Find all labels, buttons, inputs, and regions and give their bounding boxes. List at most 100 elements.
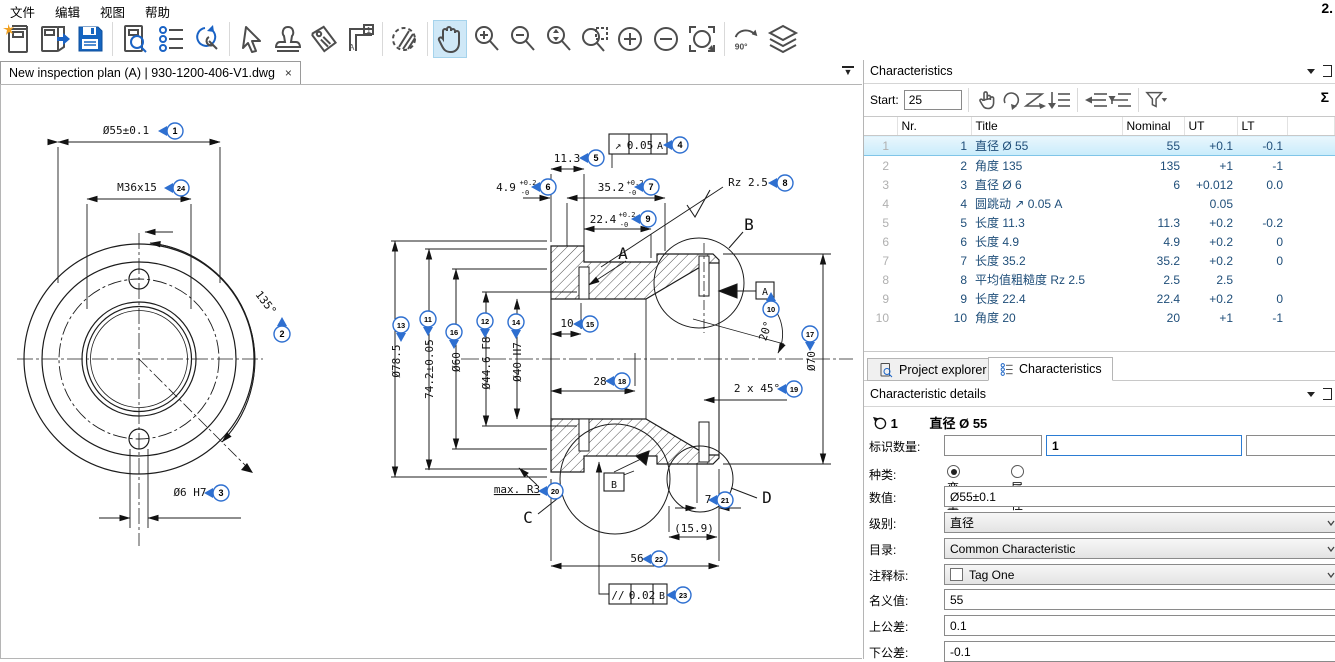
column-header[interactable]: Title	[971, 117, 1122, 136]
zoom-selection-button[interactable]	[541, 20, 575, 58]
value-input[interactable]	[944, 486, 1335, 507]
characteristic-row[interactable]: 22角度 135135+1-1	[864, 156, 1335, 176]
insert-after-icon[interactable]	[1108, 88, 1132, 112]
characteristic-row[interactable]: 77长度 35.235.2+0.20	[864, 251, 1335, 270]
balloon-23[interactable]: 23	[666, 587, 691, 603]
column-header[interactable]: Nr.	[897, 117, 971, 136]
balloon-8[interactable]: 8	[768, 175, 793, 191]
balloon-3[interactable]: 3	[204, 485, 229, 501]
balloon-11[interactable]: 11	[420, 311, 436, 336]
decrease-button[interactable]	[649, 20, 683, 58]
label-tags: 注释标:	[869, 567, 941, 584]
tab-list-collapse-icon[interactable]: ▼	[842, 66, 854, 76]
balloon-1[interactable]: 1	[158, 123, 183, 139]
tag-button[interactable]	[307, 20, 341, 58]
svg-text:8: 8	[782, 178, 787, 188]
tab-close-icon[interactable]: ×	[285, 66, 292, 80]
zoom-out-button[interactable]	[505, 20, 539, 58]
tag-checkbox[interactable]	[950, 568, 963, 581]
details-pin-icon[interactable]	[1323, 388, 1332, 400]
characteristic-row[interactable]: 1010角度 2020+1-1	[864, 308, 1335, 327]
characteristics-toolbar: Start: Σ	[864, 84, 1335, 116]
count-input-3[interactable]	[1246, 435, 1335, 456]
new-document-button[interactable]	[1, 20, 35, 58]
characteristic-row[interactable]: 44圆跳动 ↗ 0.05 A0.05	[864, 194, 1335, 213]
characteristic-row[interactable]: 11直径 Ø 5555+0.1-0.1	[864, 136, 1335, 156]
balloon-20[interactable]: 20	[538, 483, 563, 499]
rotate-90-label: 90°	[735, 41, 748, 51]
characteristic-row[interactable]: 88平均值粗糙度 Rz 2.52.52.5	[864, 270, 1335, 289]
characteristic-row[interactable]: 66长度 4.94.9+0.20	[864, 232, 1335, 251]
svg-text:9: 9	[645, 214, 650, 224]
label-level: 级别:	[869, 515, 941, 532]
count-input-1[interactable]	[944, 435, 1042, 456]
balloon-2[interactable]: 2	[274, 317, 290, 342]
sigma-sum-label[interactable]: Σ	[1321, 89, 1329, 105]
filter-icon[interactable]	[1145, 88, 1169, 112]
dimension-label: max. R3	[494, 483, 540, 496]
pick-hand-icon[interactable]	[975, 88, 999, 112]
svg-text:7: 7	[648, 182, 653, 192]
balloon-18[interactable]: 18	[605, 373, 630, 389]
column-header[interactable]: LT	[1237, 117, 1287, 136]
zoom-window-button[interactable]	[577, 20, 611, 58]
tab-characteristics[interactable]: Characteristics	[988, 357, 1113, 381]
balloon-21[interactable]: 21	[708, 492, 733, 508]
characteristic-row[interactable]: 55长度 11.311.3+0.2-0.2	[864, 213, 1335, 232]
settings-wrench-button[interactable]	[190, 20, 224, 58]
renumber-icon[interactable]	[999, 88, 1023, 112]
balloon-16[interactable]: 16	[446, 324, 462, 349]
characteristic-row[interactable]: 33直径 Ø 66+0.0120.0	[864, 175, 1335, 194]
open-document-button[interactable]	[37, 20, 71, 58]
start-number-input[interactable]	[904, 90, 962, 110]
panel-menu-icon[interactable]	[1307, 69, 1315, 74]
dimension-label: 10	[560, 317, 573, 330]
zoom-in-button[interactable]	[469, 20, 503, 58]
document-tab[interactable]: New inspection plan (A) | 930-1200-406-V…	[0, 61, 301, 84]
document-tab-label: New inspection plan (A) | 930-1200-406-V…	[9, 66, 275, 80]
increase-button[interactable]	[613, 20, 647, 58]
nominal-input[interactable]	[944, 589, 1335, 610]
layers-button[interactable]	[766, 20, 800, 58]
stamp-button[interactable]	[271, 20, 305, 58]
rotate-90-button[interactable]: 90°	[730, 20, 764, 58]
upper-tolerance-input[interactable]	[944, 615, 1335, 636]
dimension-label: 135°	[252, 288, 279, 317]
column-header[interactable]	[864, 117, 897, 136]
characteristic-row[interactable]: 99长度 22.422.4+0.20	[864, 289, 1335, 308]
svg-text:1: 1	[367, 26, 372, 35]
save-button[interactable]	[73, 20, 107, 58]
catalog-select[interactable]: Common Characteristic	[944, 538, 1335, 559]
balloon-19[interactable]: 19	[777, 381, 802, 397]
drawing-canvas[interactable]: Ø55±0.1M36x15135°Ø6 H7↗0.05A11.34.9+0.2-…	[0, 84, 862, 659]
revision-cloud-button[interactable]	[388, 20, 422, 58]
characteristic-list-button[interactable]	[154, 20, 188, 58]
tag-select[interactable]: Tag One	[944, 564, 1335, 585]
balloon-15[interactable]: 15	[573, 316, 598, 332]
find-document-button[interactable]	[118, 20, 152, 58]
details-menu-icon[interactable]	[1307, 392, 1315, 397]
corner-dimension-button[interactable]: 1A	[343, 20, 377, 58]
level-select[interactable]: 直径	[944, 512, 1335, 533]
insert-before-icon[interactable]	[1084, 88, 1108, 112]
select-cursor-button[interactable]	[235, 20, 269, 58]
column-header[interactable]: UT	[1184, 117, 1237, 136]
column-header[interactable]: Nominal	[1122, 117, 1184, 136]
sort-list-icon[interactable]	[1047, 88, 1071, 112]
characteristic-details-title: Characteristic details	[870, 387, 986, 401]
tab-project-explorer[interactable]: Project explorer	[867, 358, 998, 381]
column-header[interactable]	[1287, 117, 1335, 136]
zoom-fit-button[interactable]	[685, 20, 719, 58]
balloon-5[interactable]: 5	[579, 150, 604, 166]
balloon-14[interactable]: 14	[508, 314, 524, 339]
reorder-path-icon[interactable]	[1023, 88, 1047, 112]
count-input-2[interactable]	[1046, 435, 1242, 456]
pin-icon[interactable]	[1323, 65, 1332, 77]
balloon-12[interactable]: 12	[477, 313, 493, 338]
balloon-24[interactable]: 24	[164, 180, 189, 196]
balloon-22[interactable]: 22	[642, 551, 667, 567]
balloon-17[interactable]: 17	[802, 326, 818, 351]
svg-text:3: 3	[218, 488, 223, 498]
pan-hand-button[interactable]	[433, 20, 467, 58]
svg-text:11: 11	[424, 315, 432, 324]
